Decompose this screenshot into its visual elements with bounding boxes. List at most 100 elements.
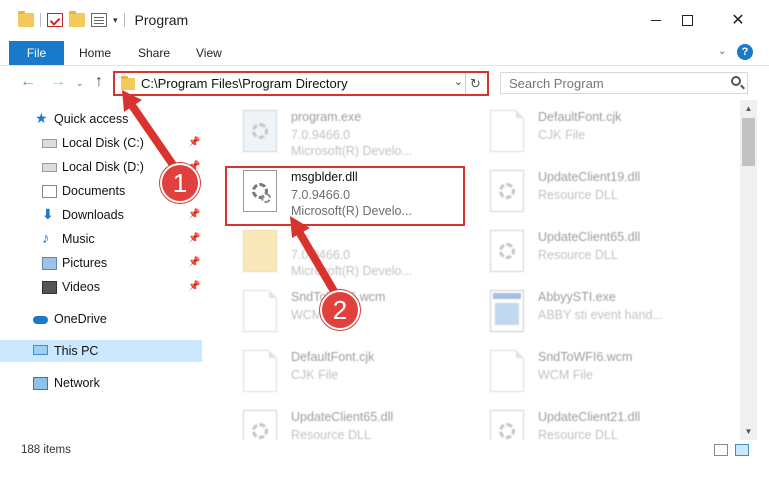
tab-home[interactable]: Home <box>79 41 111 65</box>
pin-icon: 📌 <box>188 281 201 292</box>
gear-icon <box>252 123 268 139</box>
scroll-down-arrow-icon[interactable]: ▼ <box>740 423 757 440</box>
tab-share[interactable]: Share <box>138 41 170 65</box>
pin-icon: 📌 <box>188 233 201 244</box>
expand-ribbon-chevron-icon[interactable]: ⌄ <box>718 46 726 57</box>
file-name: program.exe <box>291 110 362 124</box>
sidebar-item-onedrive[interactable]: OneDrive <box>0 308 202 330</box>
dll-icon <box>490 170 524 212</box>
back-button[interactable]: ← <box>20 73 36 91</box>
up-button[interactable]: ↑ <box>95 73 103 91</box>
maximize-button[interactable] <box>664 0 710 40</box>
sidebar-item-label: Network <box>54 376 100 390</box>
quick-access-toolbar: ▾ <box>0 11 125 27</box>
pictures-icon <box>42 257 57 270</box>
sidebar-item-label: Downloads <box>62 208 124 222</box>
file-item-updateclient65-dll[interactable]: UpdateClient65.dll Resource DLL <box>225 406 465 440</box>
file-type: CJK File <box>291 368 339 382</box>
step-badge-1: 1 <box>160 163 200 203</box>
sidebar-item-label: Local Disk (D:) <box>62 160 144 174</box>
file-type: Resource DLL <box>538 428 618 440</box>
help-icon[interactable]: ? <box>737 44 753 60</box>
search-icon[interactable] <box>731 76 741 86</box>
new-folder-icon[interactable] <box>69 11 85 27</box>
file-item-defaultfont-cjk[interactable]: DefaultFont.cjk CJK File <box>225 346 465 406</box>
search-input[interactable] <box>509 74 729 92</box>
exe-icon <box>243 110 277 152</box>
step-badge-2: 2 <box>320 290 360 330</box>
tab-view[interactable]: View <box>196 41 222 65</box>
item-count: 188 items <box>21 444 71 456</box>
navigation-pane: ★ Quick access Local Disk (C:) 📌 Local D… <box>0 100 210 440</box>
file-type: WCM File <box>538 368 593 382</box>
address-bar[interactable]: C:\Program Files\Program Directory ⌄ ↻ <box>113 71 489 96</box>
file-item-defaultfont-cjk[interactable]: DefaultFont.cjk CJK File <box>472 106 712 166</box>
sidebar-item-this-pc[interactable]: This PC <box>0 340 202 362</box>
network-icon <box>33 377 48 390</box>
file-name: AbbyySTI.exe <box>538 290 616 304</box>
properties-icon[interactable] <box>91 13 107 27</box>
refresh-button[interactable]: ↻ <box>465 73 485 94</box>
file-item[interactable]: 7.0.9466.0 Microsoft(R) Develo... <box>225 226 465 286</box>
documents-icon <box>42 185 57 198</box>
file-item-updateclient65-dll[interactable]: UpdateClient65.dll Resource DLL <box>472 226 712 286</box>
properties-check-icon[interactable] <box>47 13 63 27</box>
window-title: Program <box>134 12 189 28</box>
file-description: Microsoft(R) Develo... <box>291 144 412 158</box>
ribbon: File Home Share View ⌄ ? <box>0 40 769 66</box>
sidebar-item-local-disk-c[interactable]: Local Disk (C:) 📌 <box>0 132 202 154</box>
scrollbar-thumb[interactable] <box>742 118 755 166</box>
sidebar-item-pictures[interactable]: Pictures 📌 <box>0 252 202 274</box>
sidebar-item-videos[interactable]: Videos 📌 <box>0 276 202 298</box>
sidebar-item-downloads[interactable]: ⬇ Downloads 📌 <box>0 204 202 226</box>
recent-locations-chevron-icon[interactable]: ⌄ <box>76 78 84 89</box>
file-list: program.exe 7.0.9466.0 Microsoft(R) Deve… <box>210 100 740 440</box>
file-description: Microsoft(R) Develo... <box>291 264 412 278</box>
file-type: CJK File <box>538 128 586 142</box>
gear-icon <box>499 423 515 439</box>
file-type: Resource DLL <box>538 248 618 262</box>
sidebar-item-music[interactable]: ♪ Music 📌 <box>0 228 202 250</box>
sidebar-item-network[interactable]: Network <box>0 372 202 394</box>
onedrive-icon <box>33 316 48 324</box>
file-item-updateclient21-dll[interactable]: UpdateClient21.dll Resource DLL <box>472 406 712 440</box>
address-path[interactable]: C:\Program Files\Program Directory <box>141 76 348 91</box>
tab-file[interactable]: File <box>9 41 64 65</box>
sidebar-item-label: Documents <box>62 184 126 198</box>
details-view-icon[interactable] <box>714 444 728 456</box>
document-icon <box>243 290 277 332</box>
file-name: DefaultFont.cjk <box>291 350 375 364</box>
file-description: ABBY sti event hand... <box>538 308 663 322</box>
star-icon: ★ <box>35 110 48 126</box>
folder-icon <box>121 75 135 90</box>
file-item-abbyysti-exe[interactable]: AbbyySTI.exe ABBY sti event hand... <box>472 286 712 346</box>
address-history-chevron-icon[interactable]: ⌄ <box>454 75 463 88</box>
document-icon <box>243 350 277 392</box>
large-icons-view-icon[interactable] <box>735 444 749 456</box>
file-name: UpdateClient65.dll <box>538 230 641 244</box>
dll-icon <box>490 410 524 440</box>
file-item-updateclient19-dll[interactable]: UpdateClient19.dll Resource DLL <box>472 166 712 226</box>
gear-icon <box>499 243 515 259</box>
file-item-program-exe[interactable]: program.exe 7.0.9466.0 Microsoft(R) Deve… <box>225 106 465 166</box>
customize-toolbar-chevron-icon[interactable]: ▾ <box>113 15 118 26</box>
folder-icon[interactable] <box>18 11 34 27</box>
file-name: UpdateClient65.dll <box>291 410 394 424</box>
downloads-icon: ⬇ <box>42 206 54 222</box>
file-item-sndtowfi6-wcm[interactable]: SndToWFI6.wcm WCM File <box>472 346 712 406</box>
navigation-bar: ← → ⌄ ↑ C:\Program Files\Program Directo… <box>0 66 769 100</box>
forward-button[interactable]: → <box>50 73 66 91</box>
close-button[interactable]: ✕ <box>715 0 761 40</box>
close-icon: ✕ <box>731 12 745 29</box>
sidebar-item-quick-access[interactable]: ★ Quick access <box>0 108 202 130</box>
document-icon <box>490 350 524 392</box>
minimize-icon <box>651 19 661 21</box>
highlight-box <box>225 166 465 226</box>
divider <box>123 13 125 27</box>
sidebar-item-label: Pictures <box>62 256 108 270</box>
videos-icon <box>42 281 57 294</box>
file-name: DefaultFont.cjk <box>538 110 622 124</box>
search-box[interactable] <box>500 72 748 94</box>
vertical-scrollbar[interactable]: ▲ ▼ <box>740 100 757 440</box>
scroll-up-arrow-icon[interactable]: ▲ <box>740 100 757 117</box>
